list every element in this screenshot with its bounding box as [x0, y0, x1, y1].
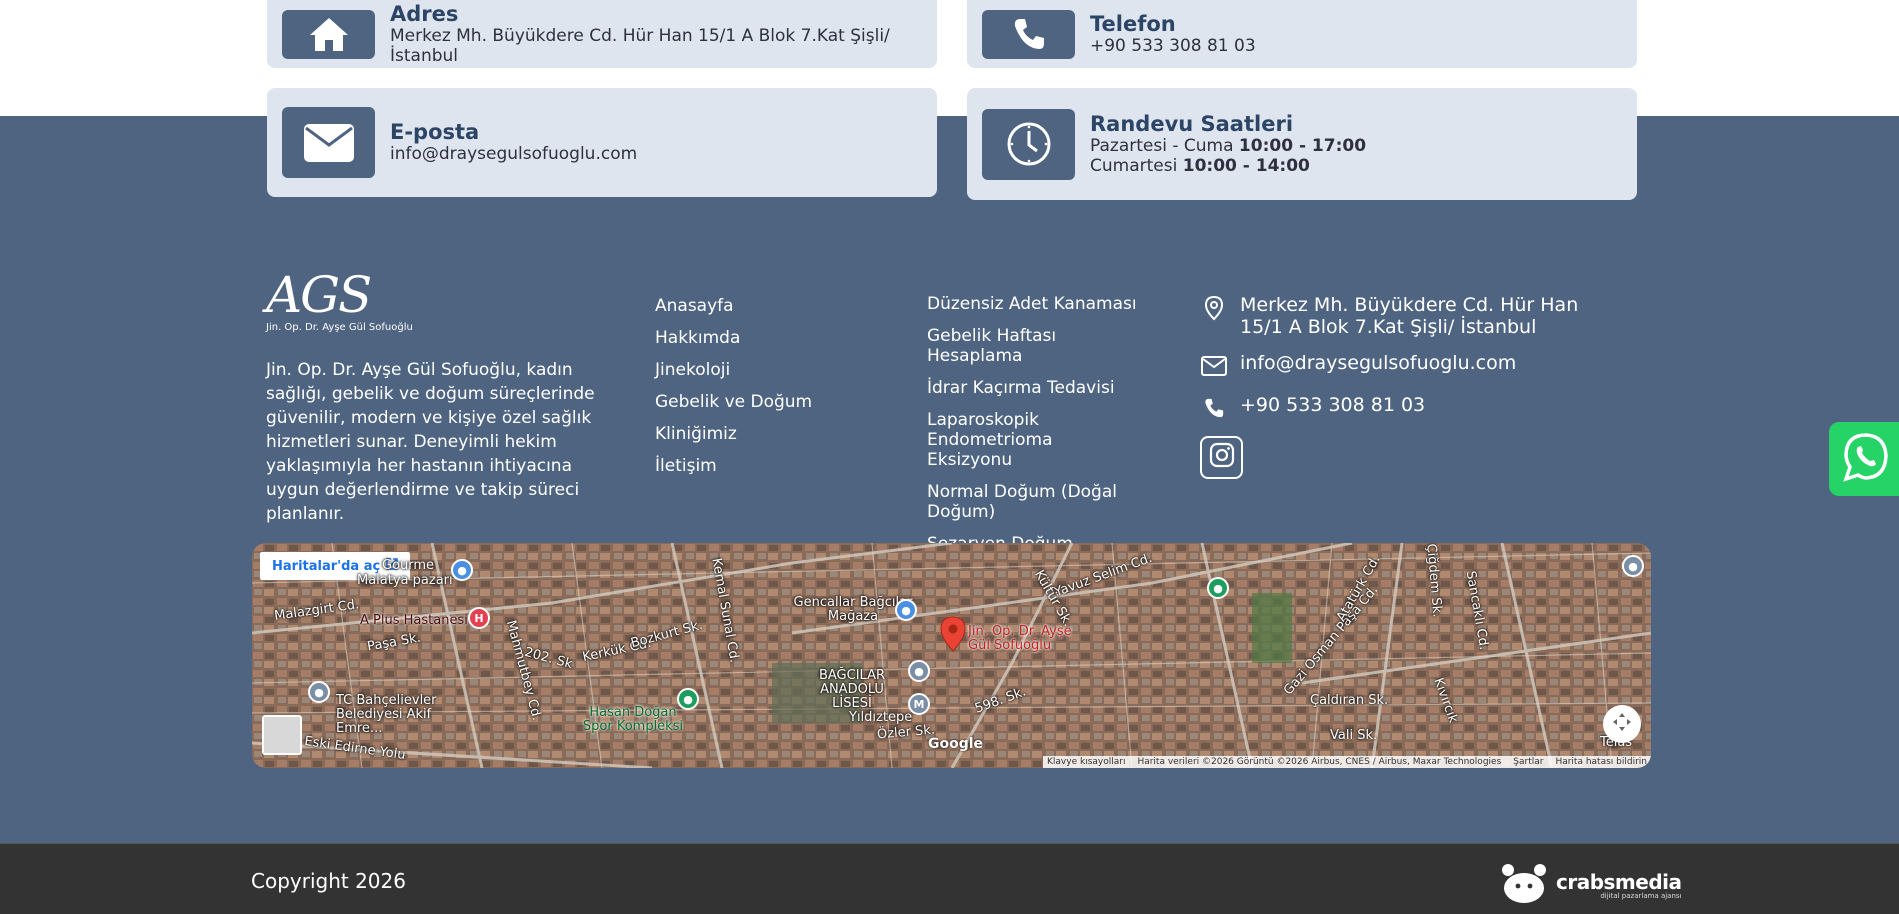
footer-address-text: Merkez Mh. Büyükdere Cd. Hür Han 15/1 A …: [1240, 294, 1579, 338]
address-card: Adres Merkez Mh. Büyükdere Cd. Hür Han 1…: [267, 0, 937, 68]
footer-about-text: Jin. Op. Dr. Ayşe Gül Sofuoğlu, kadın sa…: [266, 360, 595, 524]
school-marker[interactable]: ●: [1622, 555, 1644, 577]
footer-nav-home[interactable]: Anasayfa: [655, 294, 812, 326]
phone-card-value: +90 533 308 81 03: [1090, 35, 1256, 56]
hours-saturday-time: 10:00 - 14:00: [1182, 155, 1310, 176]
footer-service-link[interactable]: Laparoskopik Endometrioma Eksizyonu: [927, 410, 1142, 470]
footer-contact: Merkez Mh. Büyükdere Cd. Hür Han 15/1 A …: [1200, 294, 1620, 479]
bottom-bar: Copyright 2026 crabsmedia dijital pazarl…: [0, 843, 1899, 914]
whatsapp-button[interactable]: [1829, 422, 1899, 496]
footer-services-list: Düzensiz Adet Kanaması Gebelik Haftası H…: [927, 294, 1142, 566]
footer-nav-gynecology[interactable]: Jinekoloji: [655, 358, 812, 390]
email-card-value[interactable]: info@draysegulsofuoglu.com: [390, 144, 637, 164]
hospital-marker[interactable]: H: [468, 607, 490, 629]
crab-icon: [1500, 862, 1548, 910]
agency-logo[interactable]: crabsmedia dijital pazarlama ajansı: [1500, 862, 1682, 910]
footer-logo[interactable]: AGS Jin. Op. Dr. Ayşe Gül Sofuoğlu: [266, 268, 416, 338]
footer-service-link[interactable]: Normal Doğum (Doğal Doğum): [927, 482, 1142, 522]
map-pin-icon: [1200, 294, 1228, 322]
hours-weekday-time: 10:00 - 17:00: [1238, 135, 1367, 156]
fullscreen-icon: [1611, 711, 1633, 737]
map-label: Malatya pazarı: [357, 573, 453, 588]
report-error-link[interactable]: Harita hatası bildirin: [1555, 757, 1647, 767]
map-attribution: Klavye kısayolları Harita verileri ©2026…: [1043, 756, 1651, 768]
whatsapp-icon: [1839, 430, 1893, 488]
map-label: Çaldıran Sk.: [1310, 693, 1389, 708]
envelope-icon: [282, 107, 375, 178]
home-icon: [282, 9, 375, 59]
terms-link[interactable]: Şartlar: [1513, 757, 1543, 767]
hours-saturday: Cumartesi 10:00 - 14:00: [1090, 156, 1366, 176]
footer-phone-text[interactable]: +90 533 308 81 03: [1240, 394, 1425, 416]
keyboard-shortcuts-link[interactable]: Klavye kısayolları: [1047, 757, 1125, 767]
fullscreen-button[interactable]: [1603, 705, 1641, 743]
open-in-maps-label: Haritalar'da aç: [272, 558, 381, 574]
footer-email-text[interactable]: info@draysegulsofuoglu.com: [1240, 352, 1516, 374]
map-label: Gourme: [382, 558, 435, 573]
footer-nav-list: Anasayfa Hakkımda Jinekoloji Gebelik ve …: [655, 294, 812, 486]
map-label: Yıldıztepe: [849, 710, 913, 725]
phone-card: Telefon +90 533 308 81 03: [967, 0, 1637, 68]
instagram-button[interactable]: [1200, 436, 1243, 479]
logo-mark: AGS: [266, 266, 372, 324]
address-card-value: Merkez Mh. Büyükdere Cd. Hür Han 15/1 A …: [390, 25, 890, 66]
footer-nav-pregnancy[interactable]: Gebelik ve Doğum: [655, 390, 812, 422]
instagram-icon: [1209, 442, 1235, 473]
email-card-title: E-posta: [390, 120, 480, 144]
footer-nav-clinic[interactable]: Kliniğimiz: [655, 422, 812, 454]
location-pin-icon[interactable]: [940, 616, 966, 656]
footer-service-link[interactable]: Düzensiz Adet Kanaması: [927, 294, 1142, 314]
school-marker[interactable]: ●: [908, 660, 930, 682]
hours-card: Randevu Saatleri Pazartesi - Cuma 10:00 …: [967, 88, 1637, 200]
logo-subtitle: Jin. Op. Dr. Ayşe Gül Sofuoğlu: [266, 322, 413, 333]
map-data-text: Harita verileri ©2026 Görüntü ©2026 Airb…: [1137, 757, 1502, 767]
map-marker-label: Jin. Op. Dr. Ayşe Gül Sofuoğlu: [968, 624, 1072, 653]
map-label: A Plus Hastanesi: [360, 613, 468, 628]
phone-icon: [1200, 394, 1228, 422]
map-label: BAĞCILAR ANADOLU LİSESİ: [818, 668, 886, 711]
email-card: E-posta info@draysegulsofuoglu.com: [267, 88, 937, 197]
clock-icon: [982, 108, 1075, 180]
footer-contact-phone[interactable]: +90 533 308 81 03: [1200, 394, 1620, 422]
mail-icon: [1200, 352, 1228, 380]
map-label: Vali Sk.: [1330, 728, 1378, 743]
government-marker[interactable]: ●: [308, 681, 330, 703]
map-layer-toggle[interactable]: [262, 715, 302, 755]
footer-service-link[interactable]: İdrar Kaçırma Tedavisi: [927, 378, 1142, 398]
hours-saturday-label: Cumartesi: [1090, 155, 1178, 176]
footer-nav-contact[interactable]: İletişim: [655, 454, 812, 486]
stadium-marker[interactable]: ●: [1207, 577, 1229, 599]
footer-nav-about[interactable]: Hakkımda: [655, 326, 812, 358]
metro-marker[interactable]: M: [908, 693, 930, 715]
footer-contact-address: Merkez Mh. Büyükdere Cd. Hür Han 15/1 A …: [1200, 294, 1620, 338]
google-map[interactable]: Haritalar'da aç Malazgirt Cd. A Plus Has…: [252, 543, 1651, 768]
map-label: Hasan Doğan Spor Kompleksi: [582, 705, 684, 734]
hours-weekday: Pazartesi - Cuma 10:00 - 17:00: [1090, 136, 1366, 156]
shopping-marker[interactable]: ●: [895, 599, 917, 621]
park-marker[interactable]: ●: [677, 688, 699, 710]
shopping-marker[interactable]: ●: [451, 559, 473, 581]
hours-weekday-label: Pazartesi - Cuma: [1090, 135, 1234, 156]
map-label: TC Bahçelievler Belediyesi Akif Emre...: [336, 693, 437, 736]
phone-card-title: Telefon: [1090, 11, 1176, 36]
hours-card-title: Randevu Saatleri: [1090, 111, 1294, 136]
address-card-title: Adres: [390, 1, 459, 26]
footer-service-link[interactable]: Gebelik Haftası Hesaplama: [927, 326, 1142, 366]
agency-name: crabsmedia: [1556, 870, 1682, 894]
footer-contact-email[interactable]: info@draysegulsofuoglu.com: [1200, 352, 1620, 380]
google-logo: Google: [928, 736, 984, 752]
copyright-text: Copyright 2026: [251, 869, 406, 893]
phone-icon: [982, 9, 1075, 59]
